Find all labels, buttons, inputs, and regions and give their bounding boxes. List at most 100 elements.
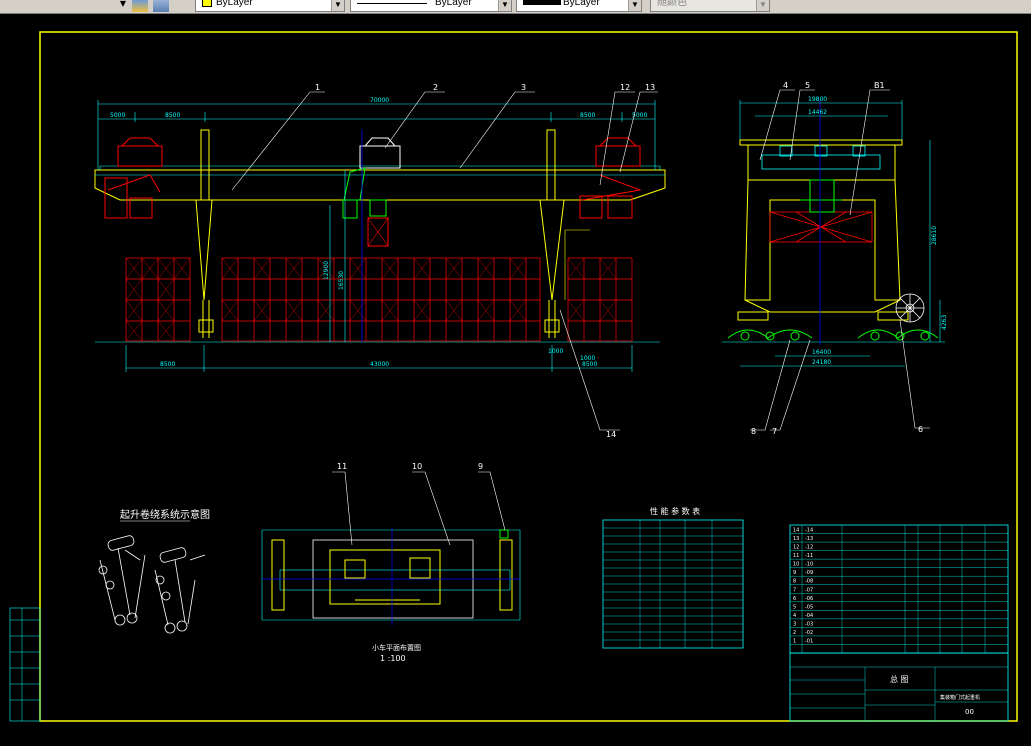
- plan-view-title: 小车平面布置图: [372, 643, 421, 652]
- parts-row-code: -03: [805, 621, 813, 627]
- dim-overall-span: 70000: [370, 97, 389, 104]
- dim-bottom-left: 8500: [160, 361, 175, 368]
- parts-row-code: -09: [805, 570, 813, 576]
- drawing-number: 00: [965, 708, 974, 716]
- callout-12: 12: [620, 83, 630, 92]
- drawing-name: 总 图: [890, 674, 909, 684]
- chevron-down-icon[interactable]: ▼: [756, 0, 769, 11]
- linetype-sample-icon: [357, 3, 427, 4]
- parts-row-code: -10: [805, 562, 813, 568]
- product-name: 集装箱门式起重机: [940, 694, 980, 701]
- parts-row-code: -14: [805, 528, 813, 534]
- callout-10: 10: [412, 462, 422, 471]
- title-block: 总 图 集装箱门式起重机 00: [789, 652, 1009, 722]
- color-swatch-icon: [202, 0, 212, 7]
- color-combo-value: ByLayer: [216, 0, 253, 8]
- callout-11: 11: [337, 462, 347, 471]
- layer-previous-icon[interactable]: [153, 0, 169, 12]
- callout-9: 9: [478, 462, 483, 471]
- drawing-border: [39, 31, 1018, 722]
- chevron-down-icon[interactable]: ▼: [498, 0, 511, 11]
- plan-view: 小车平面布置图 1 :100 11 10 9: [261, 462, 521, 663]
- dim-small-right: 1000: [580, 355, 595, 362]
- plotstyle-combo[interactable]: 随颜色 ▼: [650, 0, 770, 12]
- plotstyle-combo-value: 随颜色: [657, 0, 687, 8]
- callout-3: 3: [521, 83, 526, 92]
- color-combo[interactable]: ByLayer ▼: [195, 0, 345, 12]
- parts-row-code: -01: [805, 638, 813, 644]
- parts-row-no: 4: [793, 613, 796, 619]
- dim-bottom-span: 43000: [370, 361, 389, 368]
- hoist-machinery: [104, 137, 642, 219]
- parts-row-no: 10: [793, 562, 799, 568]
- callout-13: 13: [645, 83, 655, 92]
- rope-diagram-title: 起升卷绕系统示意图: [120, 508, 210, 521]
- linetype-combo[interactable]: ByLayer ▼: [350, 0, 512, 12]
- dim-small-left: 1000: [548, 348, 563, 355]
- parts-list: 14 -1413 -1312 -1211 -1110 -109 -098 -087 -076 -0…: [789, 524, 1009, 654]
- dim-base-width-2: 24180: [812, 359, 831, 366]
- dim-side-height: 28610: [931, 226, 938, 245]
- callout-2: 2: [433, 83, 438, 92]
- parts-row-no: 14: [793, 528, 799, 534]
- parameter-table: 性 能 参 数 表: [602, 506, 744, 649]
- parts-row-code: -12: [805, 545, 813, 551]
- layer-states-icon[interactable]: [132, 0, 148, 12]
- parts-row-no: 7: [793, 587, 796, 593]
- binding-margin: [9, 607, 41, 722]
- parts-row-no: 13: [793, 536, 799, 542]
- trolley: [342, 137, 401, 247]
- side-bogies: [727, 329, 939, 341]
- parts-row-code: -05: [805, 604, 813, 610]
- dim-left-inner: 8500: [165, 112, 180, 119]
- callout-1: 1: [315, 83, 320, 92]
- drawing-canvas[interactable]: 70000 5000 8500 8500 5000 12900 16530 85…: [0, 13, 1031, 746]
- callout-b1: B1: [874, 81, 885, 90]
- linetype-combo-value: ByLayer: [435, 0, 472, 8]
- main-girder: [94, 165, 666, 201]
- lineweight-combo[interactable]: ByLayer ▼: [516, 0, 642, 12]
- parts-row-no: 12: [793, 545, 799, 551]
- front-leaders: [231, 91, 658, 431]
- parts-row-code: -07: [805, 587, 813, 593]
- dim-side-small: 4263: [941, 315, 948, 330]
- binding-margin-rows: [10, 608, 40, 721]
- parts-row-no: 8: [793, 579, 796, 585]
- parts-row-no: 3: [793, 621, 796, 627]
- front-dimensions: [97, 100, 656, 372]
- dim-right-inner: 8500: [580, 112, 595, 119]
- dim-bottom-right: 8500: [582, 361, 597, 368]
- lineweight-combo-value: ByLayer: [563, 0, 600, 8]
- dim-inner-width: 14462: [808, 109, 827, 116]
- callout-5: 5: [805, 81, 810, 90]
- side-view: 19800 14462 28610 16400 24180 4263 4 5 B…: [722, 81, 948, 436]
- chevron-down-icon[interactable]: ▼: [628, 0, 641, 11]
- parts-row-code: -13: [805, 536, 813, 542]
- callout-14: 14: [606, 430, 616, 439]
- parts-row-code: -11: [805, 553, 813, 559]
- callout-8: 8: [751, 427, 756, 436]
- parts-row-no: 11: [793, 553, 799, 559]
- parameter-table-title: 性 能 参 数 表: [650, 506, 700, 516]
- chevron-down-icon[interactable]: ▼: [331, 0, 344, 11]
- parts-row-no: 5: [793, 604, 796, 610]
- parts-row-no: 1: [793, 638, 796, 644]
- parts-row-no: 2: [793, 630, 796, 636]
- plan-view-scale: 1 :100: [380, 654, 406, 663]
- dim-base-width-1: 16400: [812, 349, 831, 356]
- callout-4: 4: [783, 81, 788, 90]
- dim-left-outer: 5000: [110, 112, 125, 119]
- parts-row-no: 9: [793, 570, 796, 576]
- dim-height-total: 16530: [338, 271, 345, 290]
- dim-top-width: 19800: [808, 96, 827, 103]
- dropdown-arrow-icon[interactable]: ▼: [118, 0, 128, 12]
- parts-row-code: -06: [805, 596, 813, 602]
- cable-reel-icon: [895, 293, 925, 323]
- lineweight-sample-icon: [523, 0, 561, 5]
- callout-7: 7: [772, 427, 777, 436]
- parts-row-code: -02: [805, 630, 813, 636]
- dim-height-main: 12900: [323, 261, 330, 280]
- properties-toolbar: ▼ ByLayer ▼ ByLayer ▼ ByLayer ▼ 随颜色 ▼: [0, 0, 1031, 14]
- callout-6: 6: [918, 425, 923, 434]
- parts-row-no: 6: [793, 596, 796, 602]
